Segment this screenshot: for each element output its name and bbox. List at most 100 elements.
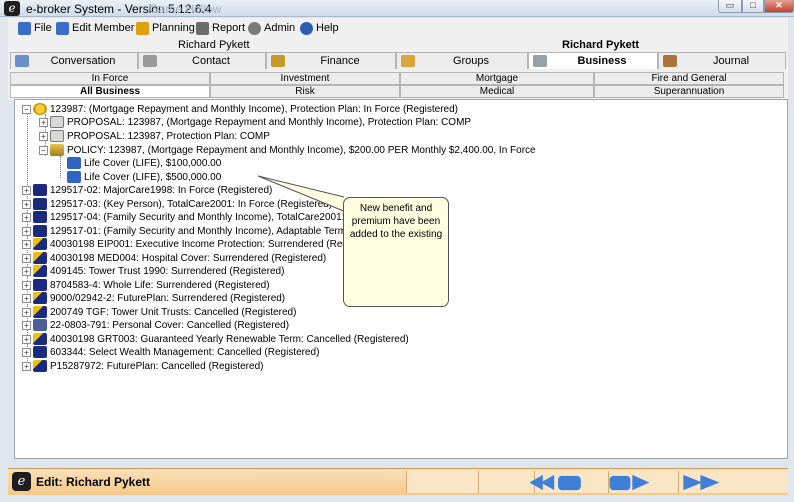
tree-node-client-123987[interactable]: − 123987: (Mortgage Repayment and Monthl… — [22, 102, 458, 116]
expand-toggle[interactable]: + — [22, 347, 31, 357]
tree-node-label: Life Cover (LIFE), $500,000.00 — [84, 171, 222, 183]
expand-toggle[interactable]: + — [22, 320, 31, 330]
tree-node-label: 200749 TGF: Tower Unit Trusts: Cancelled… — [50, 306, 297, 318]
tree-node-label: PROPOSAL: 123987, (Mortgage Repayment an… — [67, 116, 472, 128]
record-icon — [558, 475, 581, 491]
policy-icon — [33, 198, 47, 210]
policy-icon — [33, 333, 47, 345]
finance-icon — [271, 55, 285, 67]
tree-node-label: 129517-03: (Key Person), TotalCare2001: … — [50, 198, 333, 210]
expand-toggle[interactable]: + — [22, 293, 31, 303]
tree-node-benefit[interactable]: Life Cover (LIFE), $500,000.00 — [67, 170, 221, 184]
tree-node-policy[interactable]: + 40030198 MED004: Hospital Cover: Surre… — [22, 251, 326, 265]
expand-toggle[interactable]: + — [22, 266, 31, 276]
expand-toggle[interactable]: + — [22, 253, 31, 263]
tree-node-label: Life Cover (LIFE), $100,000.00 — [84, 157, 222, 169]
tab-conversation[interactable]: Conversation — [10, 52, 138, 69]
tree-node-label: P15287972: FuturePlan: Cancelled (Regist… — [50, 360, 264, 372]
menu-planning[interactable]: Planning — [136, 20, 195, 36]
tab-all-business[interactable]: All Business — [10, 85, 210, 98]
tree-node-policy[interactable]: + 8704583-4: Whole Life: Surrendered (Re… — [22, 278, 270, 292]
policy-icon — [33, 306, 47, 318]
tree-node-policy[interactable]: + 22-0803-791: Personal Cover: Cancelled… — [22, 318, 289, 332]
tree-node-policy[interactable]: + 129517-02: MajorCare1998: In Force (Re… — [22, 183, 272, 197]
policy-icon — [33, 346, 47, 358]
menu-report-label: Report — [212, 22, 246, 34]
tab-fire-and-general[interactable]: Fire and General — [594, 72, 784, 85]
menu-file[interactable]: File — [18, 20, 52, 36]
tab-finance[interactable]: Finance — [266, 52, 396, 69]
tab-investment[interactable]: Investment — [210, 72, 400, 85]
edit-member-icon — [56, 21, 69, 35]
next-arrow-icon — [632, 474, 650, 491]
tree-node-policy[interactable]: + P15287972: FuturePlan: Cancelled (Regi… — [22, 359, 263, 373]
tree-node-proposal[interactable]: + PROPOSAL: 123987, Protection Plan: COM… — [39, 129, 270, 143]
first-record-button[interactable] — [526, 473, 590, 492]
menu-edit-member[interactable]: Edit Member — [56, 20, 134, 36]
policy-icon — [33, 211, 47, 223]
expand-toggle[interactable]: + — [22, 361, 31, 371]
tree-node-policy[interactable]: + 603344: Select Wealth Management: Canc… — [22, 345, 319, 359]
menu-help[interactable]: Help — [300, 20, 339, 36]
tree-node-policy[interactable]: + 40030198 EIP001: Executive Income Prot… — [22, 237, 381, 251]
expand-toggle[interactable]: + — [22, 226, 31, 236]
proposal-icon — [50, 130, 64, 142]
last-record-button[interactable] — [680, 473, 738, 492]
record-icon — [609, 475, 631, 491]
tab-contact-label: Contact — [192, 55, 230, 67]
window-frame-left — [0, 17, 8, 502]
tree-node-proposal[interactable]: + PROPOSAL: 123987, (Mortgage Repayment … — [39, 115, 471, 129]
expand-toggle[interactable]: + — [22, 334, 31, 344]
last-arrow-icon — [683, 474, 703, 491]
maximize-button[interactable]: □ — [742, 0, 764, 13]
tree-node-policy[interactable]: − POLICY: 123987, (Mortgage Repayment an… — [39, 143, 536, 157]
expand-toggle[interactable]: + — [39, 131, 48, 141]
tree-node-label: 129517-02: MajorCare1998: In Force (Regi… — [50, 184, 273, 196]
tree-node-policy[interactable]: + 129517-03: (Key Person), TotalCare2001… — [22, 197, 332, 211]
tab-area: Richard Pykett Richard Pykett Conversati… — [8, 37, 788, 100]
tree-connector — [60, 156, 61, 178]
first-arrow-icon — [540, 474, 555, 491]
menu-planning-label: Planning — [152, 22, 195, 34]
tab-groups-label: Groups — [452, 55, 490, 67]
tab-journal[interactable]: Journal — [658, 52, 786, 69]
tree-node-policy[interactable]: + 40030198 GRT003: Guaranteed Yearly Ren… — [22, 332, 409, 346]
expand-toggle[interactable]: + — [39, 117, 48, 127]
expand-toggle[interactable]: + — [22, 212, 31, 222]
expand-toggle[interactable]: + — [22, 199, 31, 209]
tab-conversation-label: Conversation — [50, 55, 116, 67]
tab-risk[interactable]: Risk — [210, 85, 400, 98]
minimize-button[interactable]: ▭ — [718, 0, 742, 13]
tab-groups[interactable]: Groups — [396, 52, 528, 69]
menu-file-label: File — [34, 22, 52, 34]
expand-toggle[interactable]: + — [22, 307, 31, 317]
planning-icon — [136, 21, 149, 35]
status-cell — [406, 471, 478, 493]
next-record-button[interactable] — [606, 473, 670, 492]
collapse-toggle[interactable]: − — [39, 145, 48, 155]
policy-icon — [33, 225, 47, 237]
tab-medical[interactable]: Medical — [400, 85, 594, 98]
tree-node-policy[interactable]: + 409145: Tower Trust 1990: Surrendered … — [22, 264, 284, 278]
menu-admin-label: Admin — [264, 22, 296, 34]
tab-business[interactable]: Business — [528, 52, 658, 69]
client-name-right: Richard Pykett — [562, 39, 640, 51]
tree-node-policy[interactable]: + 200749 TGF: Tower Unit Trusts: Cancell… — [22, 305, 296, 319]
menu-report[interactable]: Report — [196, 20, 245, 36]
last-arrow-icon — [700, 474, 720, 491]
tab-in-force[interactable]: In Force — [10, 72, 210, 85]
help-icon — [300, 21, 313, 35]
collapse-toggle[interactable]: − — [22, 104, 31, 114]
menu-admin[interactable]: Admin — [248, 20, 295, 36]
expand-toggle[interactable]: + — [22, 239, 31, 249]
tab-mortgage[interactable]: Mortgage — [400, 72, 594, 85]
client-policy-icon — [33, 103, 47, 115]
expand-toggle[interactable]: + — [22, 280, 31, 290]
tab-contact[interactable]: Contact — [138, 52, 266, 69]
tree-node-policy[interactable]: + 9000/02942-2: FuturePlan: Surrendered … — [22, 291, 285, 305]
close-button[interactable]: ✕ — [764, 0, 794, 13]
expand-toggle[interactable]: + — [22, 185, 31, 195]
tab-superannuation[interactable]: Superannuation — [594, 85, 784, 98]
tree-node-benefit[interactable]: Life Cover (LIFE), $100,000.00 — [67, 156, 221, 170]
business-icon — [533, 55, 547, 67]
